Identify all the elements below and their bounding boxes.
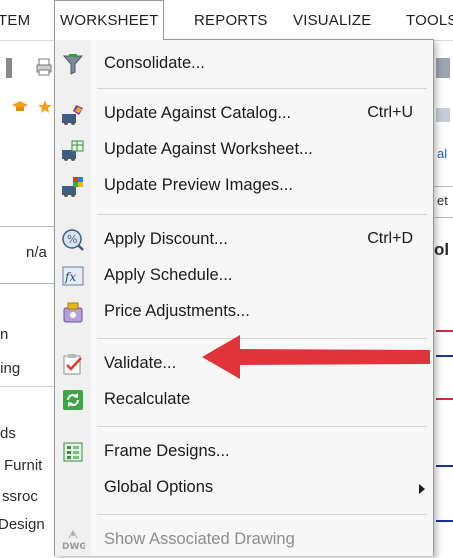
discount-icon: %	[61, 228, 85, 252]
menu-item-label: Frame Designs...	[104, 442, 230, 460]
menu-item-update-against-worksheet[interactable]: Update Against Worksheet...	[55, 132, 433, 168]
menu-item-consolidate[interactable]: Consolidate...	[55, 46, 433, 82]
menu-item-frame-designs[interactable]: Frame Designs...	[55, 434, 433, 470]
menu-item-update-preview-images[interactable]: Update Preview Images...	[55, 168, 433, 204]
worksheet-dropdown-menu: Consolidate... Update Against Catalog...…	[54, 39, 434, 556]
menu-item-label: Update Against Catalog...	[104, 104, 292, 122]
field-value: n/a	[26, 244, 47, 261]
plot-line	[436, 330, 453, 332]
toolbar-icon[interactable]	[436, 58, 450, 78]
menu-item-label: Consolidate...	[104, 54, 205, 72]
menu-item-recalculate[interactable]: Recalculate	[55, 382, 433, 418]
recalculate-icon	[61, 388, 85, 412]
frame-designs-icon	[61, 440, 85, 464]
bg-list-text: ssroc	[2, 488, 38, 505]
menu-tab-visualize[interactable]: VISUALIZE	[293, 0, 372, 40]
shortcut-text: Ctrl+U	[367, 104, 413, 121]
menu-separator	[97, 88, 427, 89]
update-worksheet-icon	[61, 138, 85, 162]
plot-line	[436, 520, 453, 522]
schedule-icon: fx	[61, 264, 85, 288]
printer-icon[interactable]	[36, 58, 52, 76]
menu-item-label: Update Against Worksheet...	[104, 140, 313, 158]
menu-item-label: Recalculate	[104, 390, 191, 408]
toolbar-icon[interactable]	[6, 58, 12, 78]
graduation-cap-icon[interactable]	[12, 100, 28, 114]
menu-item-label: Price Adjustments...	[104, 302, 250, 320]
submenu-arrow-icon	[419, 484, 425, 494]
side-heading: ol	[434, 240, 450, 259]
update-images-icon	[61, 174, 85, 198]
toolbar-icon[interactable]	[436, 108, 450, 122]
shortcut-text: Ctrl+D	[367, 230, 413, 247]
menu-separator	[97, 426, 427, 427]
bg-list-text: Design	[0, 516, 45, 533]
menu-item-update-against-catalog[interactable]: Update Against Catalog... Ctrl+U	[55, 96, 433, 132]
dwg-icon: DWG	[61, 528, 87, 552]
bg-list-text: n	[0, 326, 9, 343]
menu-item-label: Global Options	[104, 478, 214, 496]
update-catalog-icon	[61, 102, 85, 126]
callout-arrow-icon	[202, 335, 430, 379]
menu-tab-reports[interactable]: REPORTS	[194, 0, 268, 40]
menu-separator	[97, 214, 427, 215]
svg-text:%: %	[67, 233, 77, 246]
bg-list-text: Furnit	[4, 457, 43, 474]
menu-item-apply-discount[interactable]: % Apply Discount... Ctrl+D	[55, 222, 433, 258]
menu-item-global-options[interactable]: Global Options	[55, 470, 433, 506]
side-label: al	[437, 146, 448, 161]
plot-line	[436, 465, 453, 467]
divider	[0, 386, 54, 387]
menu-tab-item[interactable]: TEM	[0, 0, 30, 40]
price-adjust-icon	[61, 300, 85, 324]
menu-item-label: Validate...	[104, 354, 177, 372]
side-field-text: et	[437, 193, 448, 208]
plot-line	[436, 398, 453, 400]
plot-line	[436, 355, 453, 357]
svg-text:fx: fx	[64, 270, 76, 284]
menu-item-label: Apply Discount...	[104, 230, 228, 248]
menu-tab-tools[interactable]: TOOLS	[406, 0, 453, 40]
bg-list-text: ds	[0, 425, 16, 442]
menu-item-show-associated-drawing[interactable]: DWG Show Associated Drawing	[55, 522, 433, 558]
menu-bar: TEM WORKSHEET REPORTS VISUALIZE TOOLS	[0, 0, 453, 41]
menu-item-label: Update Preview Images...	[104, 176, 293, 194]
menu-item-price-adjustments[interactable]: Price Adjustments...	[55, 294, 433, 330]
consolidate-icon	[61, 52, 85, 76]
menu-item-label: Apply Schedule...	[104, 266, 233, 284]
bg-list-text: ting	[0, 360, 21, 377]
menu-separator	[97, 514, 427, 515]
dwg-icon-text: DWG	[62, 542, 85, 552]
menu-item-label: Show Associated Drawing	[104, 530, 295, 548]
menu-item-apply-schedule[interactable]: fx Apply Schedule...	[55, 258, 433, 294]
menu-tab-worksheet[interactable]: WORKSHEET	[54, 0, 165, 40]
validate-icon	[61, 352, 85, 376]
star-icon[interactable]	[38, 100, 52, 114]
